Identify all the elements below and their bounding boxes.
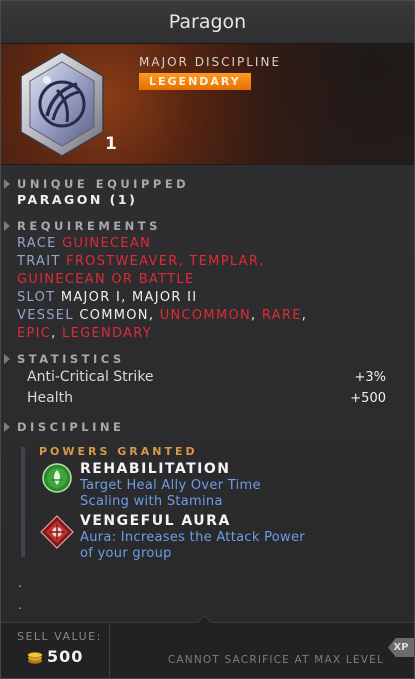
item-header: 1 MAJOR DISCIPLINE LEGENDARY bbox=[1, 44, 414, 165]
power-desc-line2: of your group bbox=[80, 546, 172, 561]
rarity-badge: LEGENDARY bbox=[139, 73, 251, 90]
section-arrow-icon bbox=[4, 422, 10, 432]
sell-value-label: SELL VALUE: bbox=[17, 630, 102, 643]
discipline-divider bbox=[21, 447, 25, 557]
requirement-vessel: VESSEL COMMON, UNCOMMON, RARE, bbox=[17, 308, 308, 323]
unique-equipped-heading: UNIQUE EQUIPPED bbox=[17, 177, 190, 191]
slot-label: SLOT bbox=[17, 290, 56, 305]
footer-divider bbox=[109, 623, 110, 678]
requirement-slot: SLOT MAJOR I, MAJOR II bbox=[17, 290, 197, 305]
dot: . bbox=[18, 598, 22, 612]
section-arrow-icon bbox=[4, 354, 10, 364]
power-name: REHABILITATION bbox=[80, 461, 231, 477]
stat-value: +500 bbox=[350, 391, 386, 406]
requirement-trait: TRAIT FROSTWEAVER, TEMPLAR, bbox=[17, 254, 265, 269]
power-desc-line1: Aura: Increases the Attack Power bbox=[80, 530, 305, 545]
power-name: VENGEFUL AURA bbox=[80, 513, 231, 529]
unique-equipped-value: PARAGON (1) bbox=[17, 192, 138, 207]
stat-value: +3% bbox=[354, 370, 386, 385]
sell-value: 500 bbox=[47, 647, 84, 666]
vessel-epic: EPIC bbox=[17, 326, 52, 341]
trait-value-line1: FROSTWEAVER, TEMPLAR, bbox=[66, 254, 265, 269]
statistics-heading: STATISTICS bbox=[17, 352, 125, 366]
trait-label: TRAIT bbox=[17, 254, 61, 269]
vessel-common: COMMON bbox=[79, 308, 149, 323]
race-value: GUINECEAN bbox=[62, 236, 152, 251]
item-tooltip: Paragon 1 MAJOR DISCIPLINE LEGENDARY UNI… bbox=[0, 0, 415, 679]
stat-name: Anti-Critical Strike bbox=[27, 369, 154, 385]
rehabilitation-icon bbox=[42, 463, 72, 493]
vessel-label: VESSEL bbox=[17, 308, 74, 323]
power-desc-line1: Target Heal Ally Over Time bbox=[80, 478, 261, 493]
xp-tab[interactable]: XP bbox=[388, 638, 414, 657]
footer-notch bbox=[196, 614, 213, 631]
requirements-heading: REQUIREMENTS bbox=[17, 219, 161, 233]
section-arrow-icon bbox=[4, 179, 10, 189]
tooltip-footer: SELL VALUE: 500 CANNOT SACRIFICE AT MAX … bbox=[1, 614, 414, 678]
sacrifice-notice: CANNOT SACRIFICE AT MAX LEVEL bbox=[167, 654, 384, 666]
dot: . bbox=[18, 576, 22, 590]
power-desc-line2: Scaling with Stamina bbox=[80, 494, 223, 509]
race-label: RACE bbox=[17, 236, 57, 251]
paragon-gem-icon bbox=[20, 51, 104, 157]
item-count: 1 bbox=[105, 134, 117, 154]
slot-value: MAJOR I, MAJOR II bbox=[60, 290, 198, 305]
requirement-vessel-cont: EPIC, LEGENDARY bbox=[17, 326, 153, 341]
section-arrow-icon bbox=[4, 221, 10, 231]
item-title: Paragon bbox=[1, 1, 414, 44]
stat-name: Health bbox=[27, 390, 73, 406]
requirement-race: RACE GUINECEAN bbox=[17, 236, 151, 251]
vessel-rare: RARE bbox=[261, 308, 302, 323]
discipline-heading: DISCIPLINE bbox=[17, 420, 125, 434]
coins-icon bbox=[27, 652, 43, 664]
item-kind: MAJOR DISCIPLINE bbox=[139, 55, 282, 69]
trait-value-line2: GUINECEAN OR BATTLE bbox=[17, 272, 195, 287]
powers-granted-heading: POWERS GRANTED bbox=[39, 445, 198, 458]
vessel-uncommon: UNCOMMON bbox=[159, 308, 252, 323]
vengeful-aura-icon bbox=[40, 515, 74, 549]
vessel-legendary: LEGENDARY bbox=[62, 326, 153, 341]
